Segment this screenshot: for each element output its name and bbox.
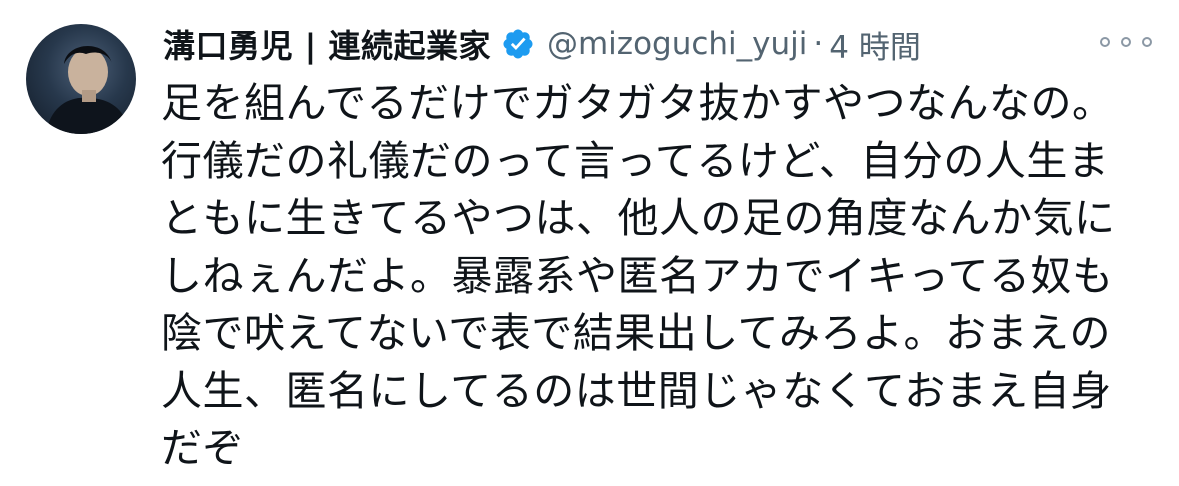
tweet-text-line: ともに生きてるやつは、他人の足の角度なんか気に: [161, 194, 1116, 242]
tweet-text-line: 陰で吠えてないで表で結果出してみろよ。おまえの: [161, 309, 1111, 357]
timestamp[interactable]: 4 時間: [829, 22, 921, 67]
display-name[interactable]: 溝口勇児 | 連続起業家: [163, 21, 491, 67]
tweet-text-line: 行儀だの礼儀だのって言ってるけど、自分の人生ま: [161, 136, 1110, 185]
separator-dot: ·: [813, 26, 824, 62]
tweet-text-line: だぞ: [161, 424, 244, 472]
verified-badge-icon: [501, 27, 535, 61]
more-dot: [1100, 37, 1110, 47]
more-dot: [1142, 37, 1152, 47]
tweet-text: 足を組んでるだけでガタガタ抜かすやつなんなの。 行儀だの礼儀だのって言ってるけど…: [161, 75, 1161, 478]
tweet-text-line: 足を組んでるだけでガタガタ抜かすやつなんなの。: [161, 79, 1114, 127]
avatar[interactable]: [26, 24, 136, 134]
tweet-text-line: しねぇんだよ。暴露系や匿名アカでイキってる奴も: [161, 251, 1114, 300]
tweet-header: 溝口勇児 | 連続起業家 @mizoguchi_yuji · 4 時間: [163, 22, 921, 66]
more-dot: [1121, 37, 1131, 47]
more-options-icon[interactable]: [1100, 30, 1152, 54]
handle[interactable]: @mizoguchi_yuji: [547, 26, 807, 62]
tweet-text-line: 人生、匿名にしてるのは世間じゃなくておまえ自身: [161, 366, 1112, 415]
tweet-card: 溝口勇児 | 連続起業家 @mizoguchi_yuji · 4 時間 足を組ん…: [0, 0, 1179, 486]
avatar-photo: [46, 45, 130, 134]
